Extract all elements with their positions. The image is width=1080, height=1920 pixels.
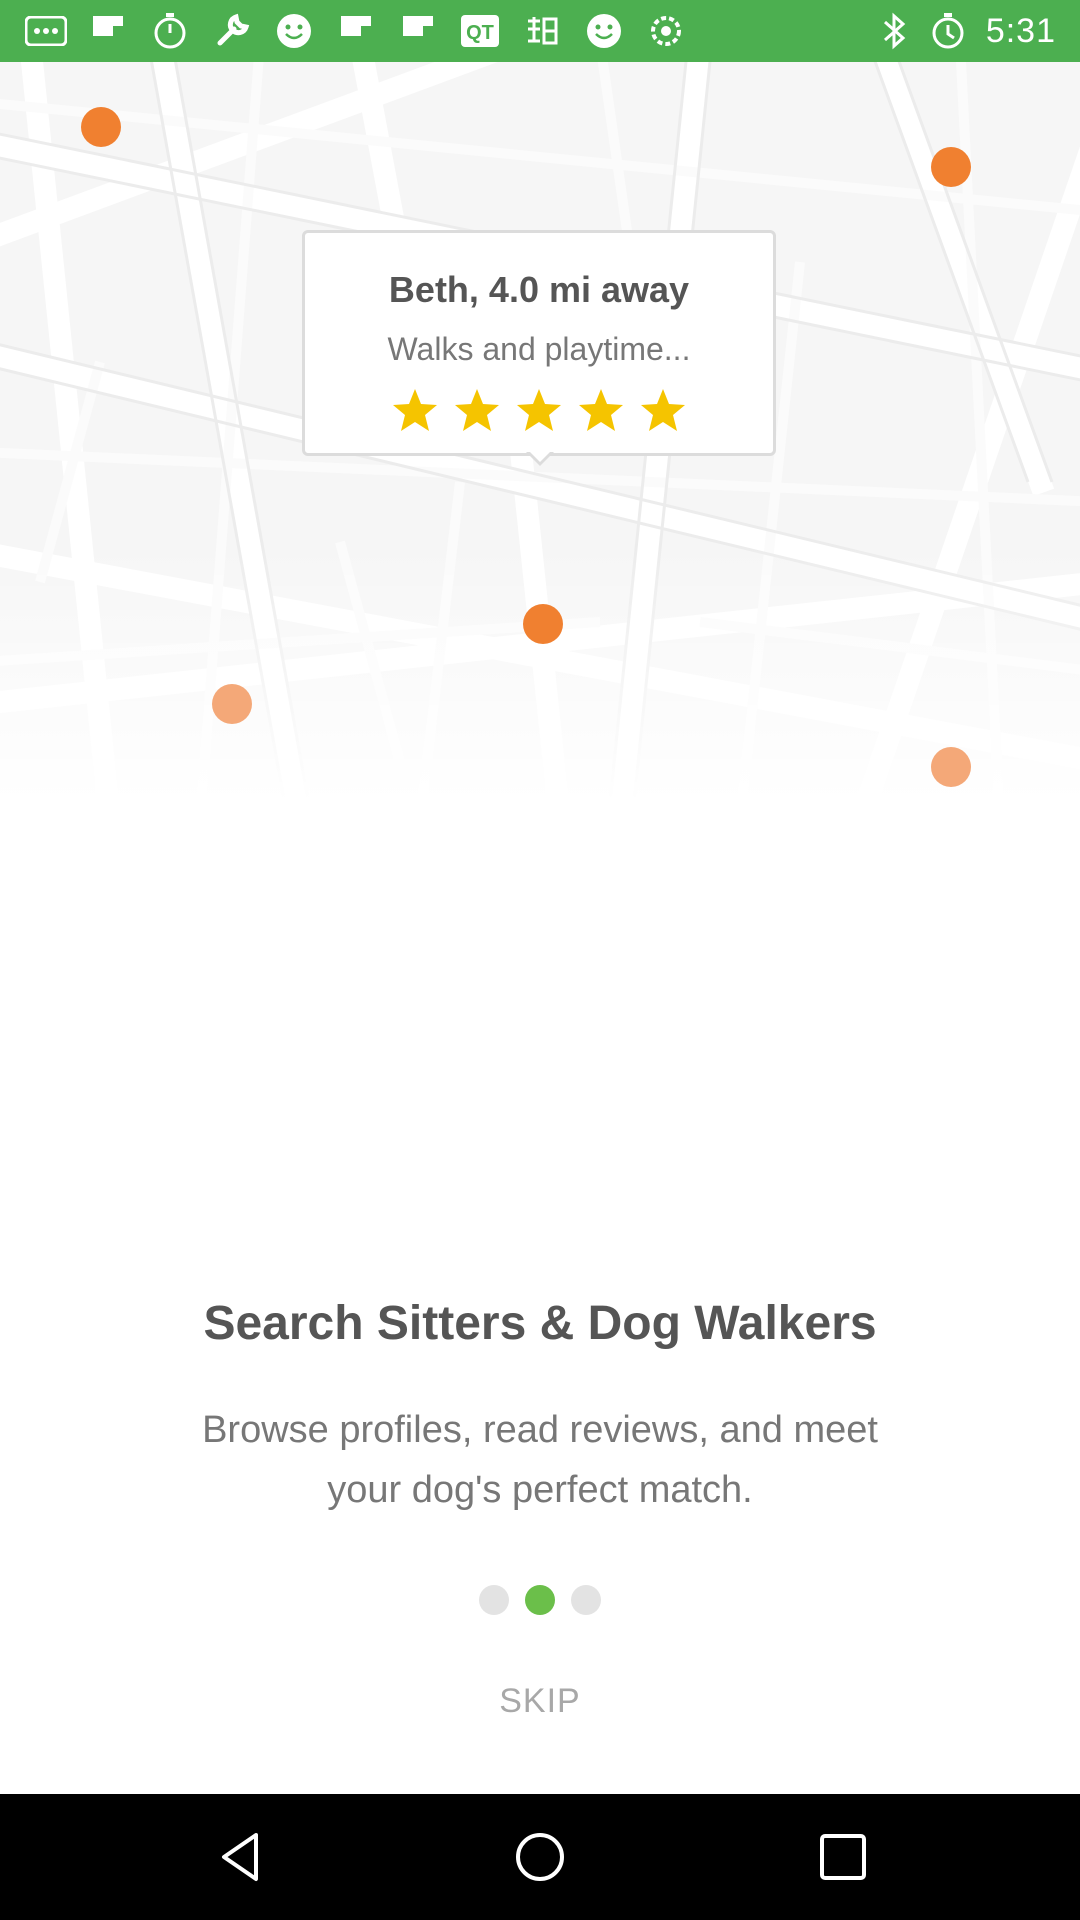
flipboard-icon bbox=[334, 10, 378, 52]
home-icon[interactable] bbox=[510, 1827, 570, 1887]
flipboard-icon bbox=[86, 10, 130, 52]
chinese-char-icon bbox=[520, 10, 564, 52]
page-dot bbox=[479, 1585, 509, 1615]
bluetooth-icon bbox=[874, 11, 914, 51]
smiley-icon bbox=[582, 10, 626, 52]
star-icon bbox=[579, 389, 623, 431]
settings-icon bbox=[644, 10, 688, 52]
map-pin bbox=[931, 747, 971, 787]
map-pin bbox=[81, 107, 121, 147]
page-dot bbox=[571, 1585, 601, 1615]
onboarding-description: Browse profiles, read reviews, and meet … bbox=[202, 1409, 878, 1511]
status-bar: QT 5:31 bbox=[0, 0, 1080, 62]
star-icon bbox=[641, 389, 685, 431]
onboarding-title: Search Sitters & Dog Walkers bbox=[203, 1297, 877, 1350]
clock: 5:31 bbox=[985, 11, 1056, 50]
map-pin bbox=[212, 684, 252, 724]
sitter-name: Beth, 4.0 mi away bbox=[388, 269, 690, 310]
star-icon bbox=[455, 389, 499, 431]
recents-icon[interactable] bbox=[813, 1827, 873, 1887]
qt-icon: QT bbox=[458, 10, 502, 52]
sitter-preview-card: Beth, 4.0 mi away Walks and playtime... bbox=[302, 230, 776, 456]
star-rating bbox=[305, 386, 773, 436]
notification-icons: QT bbox=[24, 10, 706, 52]
smiley-icon bbox=[272, 10, 316, 52]
page-indicator bbox=[0, 1585, 1080, 1615]
star-icon bbox=[517, 389, 561, 431]
flipboard-icon bbox=[396, 10, 440, 52]
map-pin bbox=[931, 147, 971, 187]
wrench-icon bbox=[210, 10, 254, 52]
timer-icon bbox=[148, 10, 192, 52]
sitter-services: Walks and playtime... bbox=[387, 331, 691, 367]
skip-button[interactable]: SKIP bbox=[440, 1682, 640, 1721]
star-icon bbox=[393, 389, 437, 431]
map-fade bbox=[0, 542, 1080, 802]
back-icon[interactable] bbox=[210, 1827, 270, 1887]
navigation-bar bbox=[0, 1794, 1080, 1920]
alarm-icon bbox=[928, 11, 968, 51]
page-dot-active bbox=[525, 1585, 555, 1615]
svg-text:QT: QT bbox=[466, 22, 494, 44]
system-status: 5:31 bbox=[860, 8, 1056, 54]
more-icon bbox=[24, 10, 68, 52]
map-pin bbox=[523, 604, 563, 644]
